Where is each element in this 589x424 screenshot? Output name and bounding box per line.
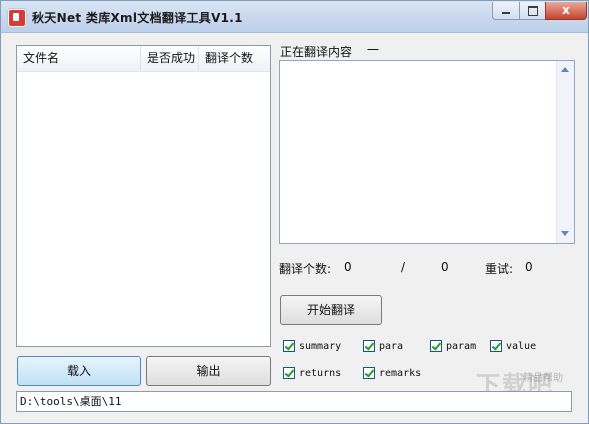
- watermark-subtext: 精品帮助: [523, 373, 563, 384]
- close-button[interactable]: x: [545, 2, 587, 20]
- remarks-label: remarks: [379, 368, 422, 379]
- count-separator: /: [401, 260, 406, 274]
- remarks-checkbox[interactable]: [363, 367, 375, 379]
- export-button[interactable]: 输出: [146, 356, 271, 386]
- retry-count: 0: [525, 260, 533, 274]
- column-header-count[interactable]: 翻译个数: [199, 46, 270, 71]
- translating-label: 正在翻译内容: [280, 45, 353, 59]
- minimize-button[interactable]: [492, 2, 519, 20]
- summary-checkbox[interactable]: [283, 340, 295, 352]
- vertical-scrollbar[interactable]: [556, 61, 574, 243]
- count-label: 翻译个数:: [279, 262, 332, 276]
- translating-content-area[interactable]: [279, 60, 575, 244]
- status-path: D:\tools\桌面\11: [16, 391, 572, 412]
- value-checkbox[interactable]: [490, 340, 502, 352]
- translating-value: 一: [367, 43, 380, 57]
- title-bar[interactable]: 秋天Net 类库Xml文档翻译工具V1.1 x: [1, 1, 588, 33]
- param-checkbox[interactable]: [430, 340, 442, 352]
- file-list[interactable]: 文件名 是否成功 翻译个数: [16, 45, 271, 347]
- load-button[interactable]: 载入: [17, 356, 141, 386]
- window-title: 秋天Net 类库Xml文档翻译工具V1.1: [32, 11, 243, 25]
- summary-label: summary: [299, 341, 342, 352]
- total-count: 0: [441, 260, 449, 274]
- app-icon: [8, 9, 26, 27]
- app-window: 秋天Net 类库Xml文档翻译工具V1.1 x 文件名 是否成功 翻译个数 正在…: [0, 0, 589, 424]
- start-translate-button[interactable]: 开始翻译: [280, 295, 382, 325]
- param-label: param: [446, 341, 477, 352]
- para-checkbox[interactable]: [363, 340, 375, 352]
- returns-checkbox[interactable]: [283, 367, 295, 379]
- scroll-up-icon[interactable]: [559, 64, 571, 76]
- value-label: value: [506, 341, 537, 352]
- done-count: 0: [344, 260, 352, 274]
- column-header-filename[interactable]: 文件名: [17, 46, 141, 71]
- scroll-down-icon[interactable]: [559, 228, 571, 240]
- returns-label: returns: [299, 368, 342, 379]
- maximize-button[interactable]: [519, 2, 545, 20]
- file-list-header: 文件名 是否成功 翻译个数: [17, 46, 270, 72]
- close-icon: x: [562, 3, 570, 17]
- para-label: para: [379, 341, 404, 352]
- column-header-success[interactable]: 是否成功: [141, 46, 199, 71]
- retry-label: 重试:: [485, 262, 514, 276]
